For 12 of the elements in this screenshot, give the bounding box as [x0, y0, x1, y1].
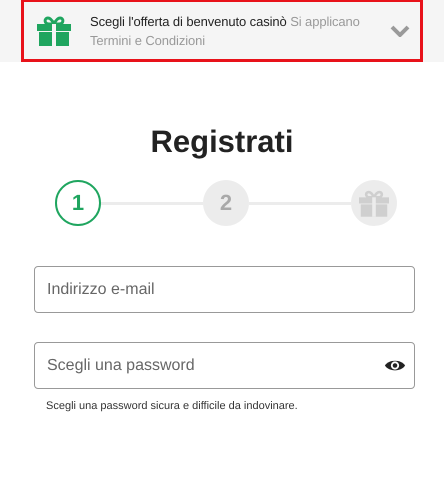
step-indicator: 2 [203, 180, 249, 226]
password-field[interactable]: Scegli una password [34, 342, 415, 389]
password-hint: Scegli una password sicura e difficile da indovinare. [46, 400, 299, 412]
step-indicator: 1 [55, 180, 101, 226]
offer-banner[interactable]: Scegli l'offerta di benvenuto casinò Si applicano Termini e Condizioni [21, 0, 423, 62]
gift-icon [359, 190, 389, 216]
gift-icon [37, 16, 71, 46]
eye-icon[interactable] [384, 358, 406, 373]
chevron-icon[interactable] [390, 24, 410, 36]
email-field[interactable]: Indirizzo e-mail [34, 266, 415, 313]
offer-text: Scegli l'offerta di benvenuto casinò Si applicano Termini e Condizioni [90, 12, 361, 50]
page-heading: Registrati [150, 124, 294, 160]
